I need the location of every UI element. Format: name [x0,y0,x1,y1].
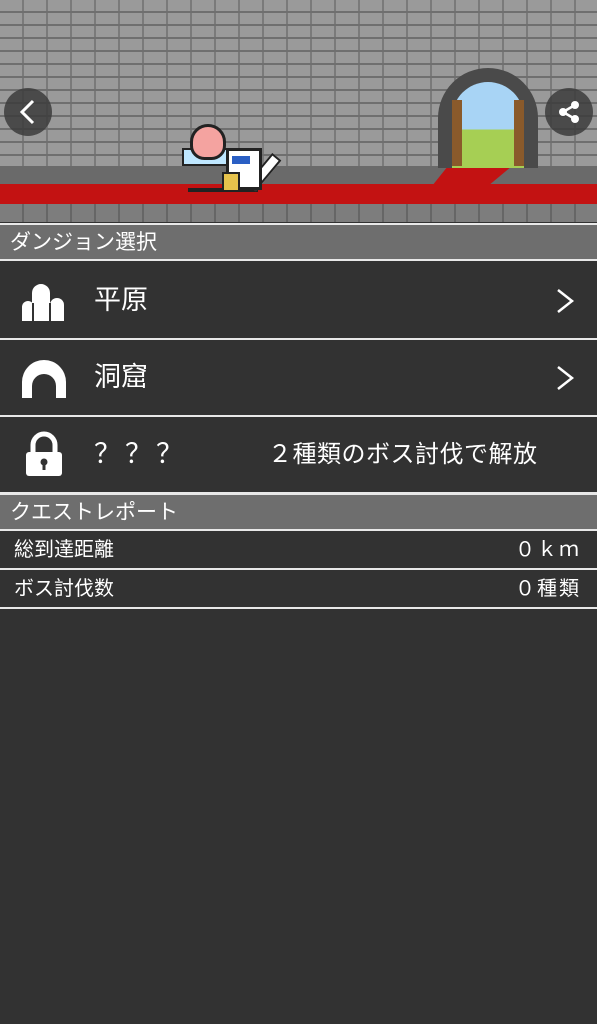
chevron-right-icon [557,366,575,390]
red-carpet [0,184,597,204]
dungeon-select-header: ダンジョン選択 [0,223,597,261]
stat-row-total-distance: 総到達距離 ０ｋｍ [0,531,597,570]
dungeon-select-title: ダンジョン選択 [10,230,157,254]
dungeon-item-plains[interactable]: 平原 [0,263,597,340]
stat-label: 総到達距離 [14,537,114,561]
dungeon-item-label: ？？？ [94,439,187,470]
stat-value: ０種類 [515,576,581,600]
unlock-condition-text: ２種類のボス討伐で解放 [268,440,538,468]
dungeon-item-label: 洞窟 [94,362,148,393]
cave-icon [22,360,66,398]
lock-icon [26,431,62,476]
dungeon-item-label: 平原 [94,285,148,316]
door-leaf-left [452,100,462,166]
back-button[interactable] [4,88,52,136]
dungeon-item-cave[interactable]: 洞窟 [0,340,597,417]
app-root: ダンジョン選択 平原 洞窟 ？？？ ２種類のボス討伐で解放 クエストレポート 総… [0,0,597,1024]
plains-icon [22,284,64,321]
chevron-right-icon [557,289,575,313]
knight-shield [222,172,240,192]
share-button[interactable] [545,88,593,136]
stone-floor [0,204,597,222]
chevron-left-icon [19,99,35,125]
quest-report-header: クエストレポート [0,493,597,531]
share-icon [559,101,579,123]
castle-banner [0,0,597,222]
fairy-head [190,124,226,160]
quest-report-title: クエストレポート [10,500,178,524]
stat-value: ０ｋｍ [515,537,581,561]
dungeon-item-locked: ？？？ ２種類のボス討伐で解放 [0,417,597,494]
stat-label: ボス討伐数 [14,576,114,600]
door-leaf-right [514,100,524,166]
stat-row-bosses-defeated: ボス討伐数 ０種類 [0,570,597,609]
knight-visor [232,156,250,164]
